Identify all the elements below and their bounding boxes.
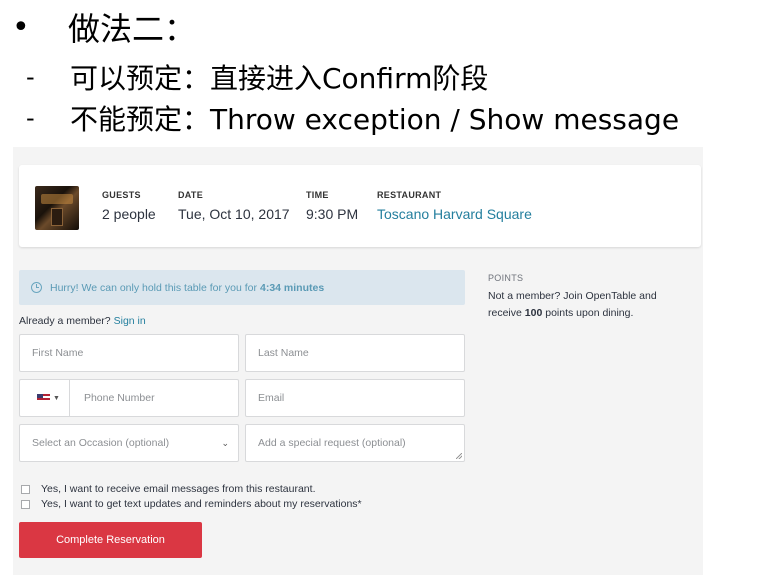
- guests-info: GUESTS 2 people: [102, 190, 156, 222]
- hold-timer-alert: Hurry! We can only hold this table for y…: [19, 270, 465, 305]
- special-request-placeholder: Add a special request (optional): [258, 437, 406, 449]
- restaurant-link[interactable]: Toscano Harvard Square: [377, 206, 532, 222]
- email-opt-in-row: Yes, I want to receive email messages fr…: [21, 483, 315, 495]
- sub-bullet-can-book-text: 可以预定：直接进入Confirm阶段: [70, 62, 489, 95]
- phone-field: ▼ Phone Number: [19, 379, 239, 417]
- time-label: TIME: [306, 190, 329, 200]
- clock-icon: [31, 282, 42, 293]
- restaurant-thumbnail: [35, 186, 79, 230]
- chevron-down-icon: ⌄: [221, 438, 229, 448]
- points-text-after: points upon dining.: [545, 307, 634, 319]
- hold-timer-countdown: 4:34 minutes: [260, 281, 325, 294]
- dash-marker: -: [26, 104, 35, 132]
- text-opt-in-checkbox[interactable]: [21, 499, 30, 509]
- guests-value: 2 people: [102, 206, 156, 222]
- chevron-down-icon[interactable]: ▼: [53, 395, 60, 402]
- sub-bullet-cannot-book-text: 不能预定：Throw exception / Show message: [70, 103, 680, 136]
- points-description: Not a member? Join OpenTable and receive…: [488, 288, 693, 322]
- last-name-placeholder: Last Name: [258, 347, 309, 359]
- email-opt-in-label: Yes, I want to receive email messages fr…: [41, 483, 316, 495]
- occasion-select[interactable]: Select an Occasion (optional) ⌄: [19, 424, 239, 462]
- date-label: DATE: [178, 190, 204, 200]
- restaurant-label: RESTAURANT: [377, 190, 442, 200]
- first-name-placeholder: First Name: [32, 347, 84, 359]
- dash-marker: -: [26, 63, 35, 91]
- resize-handle-icon[interactable]: [456, 453, 462, 459]
- phone-input[interactable]: Phone Number: [60, 392, 155, 404]
- email-field[interactable]: Email: [245, 379, 465, 417]
- signin-prompt: Already a member? Sign in: [19, 315, 146, 327]
- bullet-marker: •: [12, 9, 30, 45]
- first-name-field[interactable]: First Name: [19, 334, 239, 372]
- date-info: DATE Tue, Oct 10, 2017: [178, 190, 290, 222]
- time-info: TIME 9:30 PM: [306, 190, 358, 222]
- points-heading: POINTS: [488, 273, 524, 283]
- restaurant-info: RESTAURANT Toscano Harvard Square: [377, 190, 532, 222]
- last-name-field[interactable]: Last Name: [245, 334, 465, 372]
- reservation-summary-card: GUESTS 2 people DATE Tue, Oct 10, 2017 T…: [19, 165, 701, 247]
- text-opt-in-row: Yes, I want to get text updates and remi…: [21, 498, 362, 510]
- special-request-textarea[interactable]: Add a special request (optional): [245, 424, 465, 462]
- us-flag-icon[interactable]: [37, 394, 50, 402]
- main-bullet-text: 做法二：: [68, 10, 197, 48]
- time-value: 9:30 PM: [306, 206, 359, 222]
- guests-label: GUESTS: [102, 190, 141, 200]
- points-amount: 100: [524, 307, 543, 319]
- reservation-screenshot: GUESTS 2 people DATE Tue, Oct 10, 2017 T…: [13, 147, 703, 575]
- email-opt-in-checkbox[interactable]: [21, 484, 30, 494]
- signin-prompt-text: Already a member?: [19, 315, 111, 327]
- hold-timer-text: Hurry! We can only hold this table for y…: [50, 281, 257, 294]
- email-placeholder: Email: [258, 392, 285, 404]
- complete-reservation-button[interactable]: Complete Reservation: [19, 522, 202, 558]
- occasion-placeholder: Select an Occasion (optional): [32, 437, 170, 449]
- signin-link[interactable]: Sign in: [114, 315, 146, 327]
- date-value: Tue, Oct 10, 2017: [178, 206, 290, 222]
- text-opt-in-label: Yes, I want to get text updates and remi…: [41, 498, 362, 510]
